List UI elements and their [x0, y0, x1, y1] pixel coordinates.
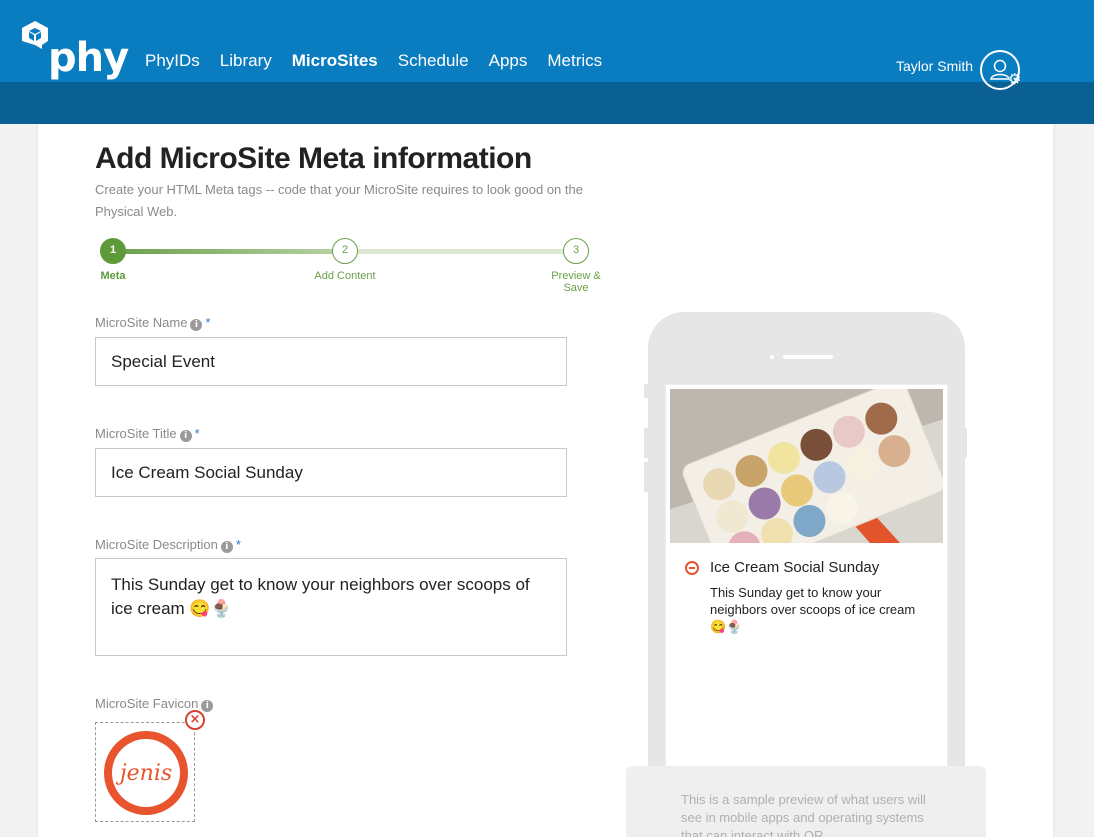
stepper-line-pending	[357, 249, 575, 254]
description-label-text: MicroSite Description	[95, 537, 218, 552]
phone-side-button	[963, 428, 967, 458]
info-icon[interactable]: i	[220, 541, 233, 553]
name-input[interactable]: Special Event	[95, 337, 567, 386]
required-marker: *	[194, 426, 200, 441]
phy-logo[interactable]: phy	[20, 20, 130, 82]
main-nav: PhyIDs Library MicroSites Schedule Apps …	[145, 50, 602, 72]
title-label-text: MicroSite Title	[95, 426, 177, 441]
name-label: MicroSite Name i *	[95, 315, 211, 331]
step-1-dot[interactable]: 1	[100, 238, 126, 264]
page-subtitle: Create your HTML Meta tags -- code that …	[95, 182, 583, 219]
favicon-upload-box[interactable]: jenis	[95, 722, 195, 822]
user-name[interactable]: Taylor Smith	[896, 58, 973, 74]
logo-text: jenis	[115, 761, 172, 786]
title-label: MicroSite Title i *	[95, 426, 200, 442]
info-icon[interactable]: i	[190, 319, 203, 331]
nav-microsites[interactable]: MicroSites	[292, 50, 378, 72]
nav-schedule[interactable]: Schedule	[398, 50, 469, 72]
phone-speaker	[783, 355, 833, 359]
stepper-line-completed	[113, 249, 345, 254]
logo-wordmark: phy	[48, 35, 129, 81]
nav-phyids[interactable]: PhyIDs	[145, 50, 200, 72]
title-input[interactable]: Ice Cream Social Sunday	[95, 448, 567, 497]
step-2-dot[interactable]: 2	[332, 238, 358, 264]
jenis-logo: jenis	[104, 731, 188, 815]
phone-side-button	[644, 384, 648, 398]
remove-favicon-button[interactable]: ×	[185, 710, 205, 730]
step-3-dot[interactable]: 3	[563, 238, 589, 264]
nav-apps[interactable]: Apps	[489, 50, 528, 72]
required-marker: *	[205, 315, 211, 330]
name-input-value: Special Event	[111, 351, 215, 371]
required-marker: *	[235, 537, 241, 552]
info-icon[interactable]: i	[179, 430, 192, 442]
step-2-label: Add Content	[314, 270, 376, 282]
preview-hero-image	[670, 389, 943, 543]
info-icon[interactable]: i	[201, 700, 214, 712]
nav-library[interactable]: Library	[220, 50, 272, 72]
preview-note-text: This is a sample preview of what users w…	[681, 792, 926, 837]
phone-side-button	[644, 428, 648, 458]
sub-nav-bar	[0, 82, 1094, 124]
phone-side-button	[644, 462, 648, 492]
favicon-label-text: MicroSite Favicon	[95, 696, 199, 711]
description-value: This Sunday get to know your neighbors o…	[111, 575, 530, 618]
description-label: MicroSite Description i *	[95, 537, 241, 553]
step-3-label: Preview & Save	[551, 270, 601, 294]
preview-favicon-icon	[685, 561, 699, 575]
description-textarea[interactable]: This Sunday get to know your neighbors o…	[95, 558, 567, 656]
nav-metrics[interactable]: Metrics	[547, 50, 602, 72]
phone-camera	[770, 355, 774, 359]
progress-stepper: 1 2 3 Meta Add Content Preview & Save	[95, 236, 601, 296]
page-title: Add MicroSite Meta information	[95, 142, 532, 175]
preview-title: Ice Cream Social Sunday	[710, 559, 880, 576]
preview-description: This Sunday get to know your neighbors o…	[710, 585, 916, 634]
step-1-label: Meta	[100, 270, 126, 282]
settings-gear-icon[interactable]: ⚙	[1008, 72, 1021, 87]
cube-logo-icon	[22, 21, 48, 49]
name-label-text: MicroSite Name	[95, 315, 188, 330]
title-input-value: Ice Cream Social Sunday	[111, 462, 303, 482]
